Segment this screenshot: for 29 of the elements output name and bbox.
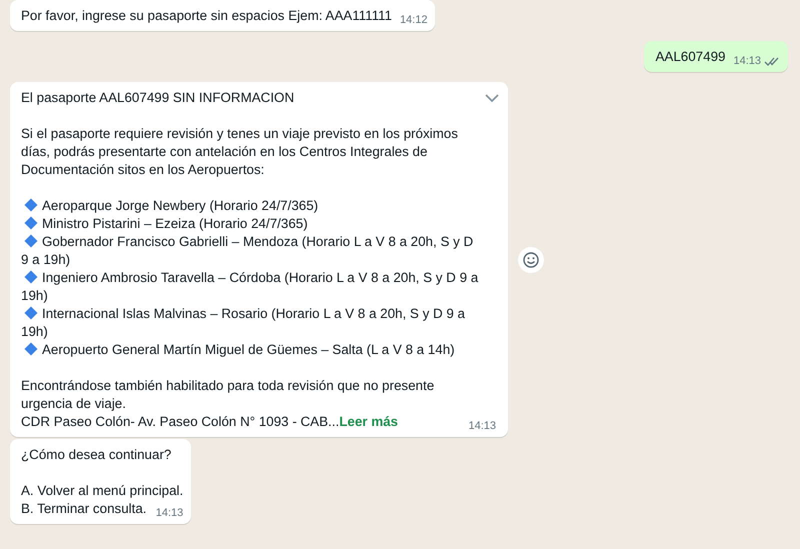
message-time: 14:12 (400, 13, 428, 28)
bullet-item: Ingeniero Ambrosio Taravella – Córdoba (Horario L a V 8 a 20h, S y D 9 a 19h) (21, 269, 480, 305)
message-text: Encontrándose también habilitado para toda revisión que no presente urgencia de viaje. (21, 377, 436, 413)
message-text: Por favor, ingrese su pasaporte sin espacios Ejem: AAA111111 (21, 7, 392, 25)
smiley-icon (523, 252, 539, 268)
read-more-link[interactable]: Leer más (339, 414, 398, 429)
bullet-item: Internacional Islas Malvinas – Rosario (Horario L a V 8 a 20h, S y D 9 a 19h) (21, 305, 466, 341)
diamond-icon (24, 270, 38, 284)
chevron-down-icon[interactable] (485, 94, 499, 103)
message-text: El pasaporte AAL607499 SIN INFORMACION (21, 89, 296, 107)
message-text: AAL607499 (655, 48, 726, 66)
diamond-icon (24, 198, 38, 212)
bullet-item: Aeropuerto General Martín Miguel de Güemes – Salta (L a V 8 a 14h) (21, 341, 480, 359)
message-text: A. Volver al menú principal. (21, 482, 184, 500)
message-time: 14:13 (733, 54, 761, 69)
bullet-item: Aeroparque Jorge Newbery (Horario 24/7/365) (21, 197, 480, 215)
bullet-item: Gobernador Francisco Gabrielli – Mendoza (Horario L a V 8 a 20h, S y D 9 a 19h) (21, 233, 474, 269)
message-text: Si el pasaporte requiere revisión y tenes un viaje previsto en los próximos días, podrás presentarte con antelación en los Centros Integrales de Documentación sitos en los Aeropuertos: (21, 125, 459, 179)
message-text: CDR Paseo Colón- Av. Paseo Colón N° 1093 - CAB...Leer más (21, 413, 400, 431)
message-time: 14:13 (468, 419, 496, 434)
diamond-icon (24, 342, 38, 356)
message-time: 14:13 (156, 506, 184, 521)
bullet-item: Ministro Pistarini – Ezeiza (Horario 24/7/365) (21, 215, 480, 233)
emoji-reaction-button[interactable] (518, 246, 544, 272)
message-text: B. Terminar consulta. (21, 500, 148, 518)
diamond-icon (24, 216, 38, 230)
diamond-icon (24, 306, 38, 320)
diamond-icon (24, 234, 38, 248)
message-text: ¿Cómo desea continuar? (21, 446, 172, 464)
